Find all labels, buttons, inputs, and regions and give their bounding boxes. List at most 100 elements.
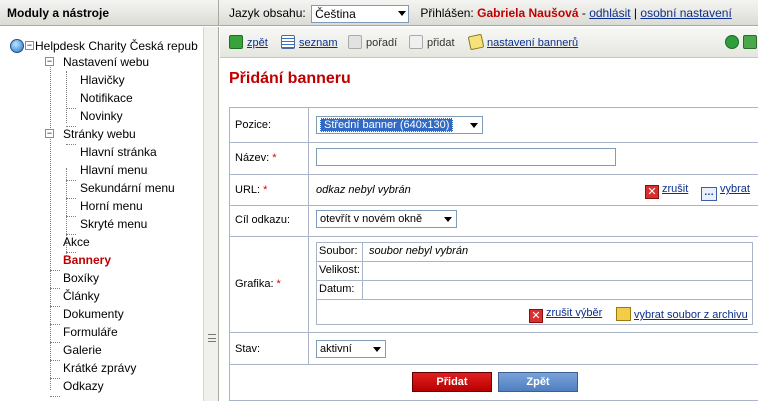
status-select[interactable]: aktivní bbox=[316, 340, 386, 358]
url-choose-button[interactable]: … vybrat bbox=[701, 183, 750, 201]
file-label: Soubor: bbox=[317, 243, 363, 261]
language-value: Čeština bbox=[315, 6, 356, 21]
language-select[interactable]: Čeština bbox=[311, 4, 410, 23]
sidebar-scrollbar[interactable] bbox=[203, 27, 218, 401]
name-row: Název: * bbox=[230, 143, 758, 175]
list-icon bbox=[281, 35, 295, 49]
chevron-down-icon bbox=[470, 123, 478, 128]
file-info-table: Soubor: soubor nebyl vybrán Velikost: Da… bbox=[316, 242, 753, 325]
folder-icon bbox=[616, 307, 631, 321]
banner-settings-button[interactable]: nastavení bannerů bbox=[467, 33, 578, 51]
target-label: Cíl odkazu: bbox=[230, 206, 309, 236]
toolbar: zpět seznam pořadí přidat nastavení bann… bbox=[220, 27, 758, 58]
navigate-button[interactable] bbox=[743, 35, 758, 49]
size-label: Velikost: bbox=[317, 262, 363, 280]
position-row: Pozice: Střední banner (640x130) bbox=[230, 108, 758, 143]
tree-item-documents[interactable]: Dokumenty bbox=[63, 307, 124, 321]
user-name: Gabriela Naušová bbox=[477, 6, 579, 20]
tree-item-main-page[interactable]: Hlavní stránka bbox=[80, 145, 157, 159]
target-row: Cíl odkazu: otevřít v novém okně bbox=[230, 206, 758, 237]
submit-button[interactable]: Přidat bbox=[412, 372, 492, 392]
logged-in-label: Přihlášen: bbox=[420, 6, 474, 20]
tree-item-main-menu[interactable]: Hlavní menu bbox=[80, 163, 147, 177]
pencil-icon bbox=[467, 33, 485, 51]
tree-item-gallery[interactable]: Galerie bbox=[63, 343, 102, 357]
tree-item-headers[interactable]: Hlavičky bbox=[80, 73, 125, 87]
graphics-row: Grafika: * Soubor: soubor nebyl vybrán Ve… bbox=[230, 237, 758, 333]
sidebar: − Helpdesk Charity Česká repub − Nastave… bbox=[0, 27, 219, 401]
browse-icon: … bbox=[701, 187, 717, 201]
url-cancel-button[interactable]: ✕ zrušit bbox=[645, 183, 688, 199]
required-mark: * bbox=[263, 184, 268, 196]
tree-item-links[interactable]: Odkazy bbox=[63, 379, 104, 393]
link-separator: | bbox=[633, 6, 638, 20]
target-value: otevřít v novém okně bbox=[320, 213, 423, 225]
top-bar: Moduly a nástroje Jazyk obsahu: Čeština … bbox=[0, 0, 758, 26]
file-row: Soubor: soubor nebyl vybrán bbox=[317, 243, 752, 262]
collapse-toggle[interactable]: − bbox=[45, 129, 54, 138]
tree-item-short-news[interactable]: Krátké zprávy bbox=[63, 361, 136, 375]
tree-item-hidden-menu[interactable]: Skryté menu bbox=[80, 217, 147, 231]
collapse-toggle[interactable]: − bbox=[45, 57, 54, 66]
module-tree: − Helpdesk Charity Česká repub − Nastave… bbox=[0, 27, 203, 401]
required-mark: * bbox=[276, 278, 281, 290]
position-select[interactable]: Střední banner (640x130) bbox=[316, 116, 483, 134]
refresh-button[interactable] bbox=[725, 35, 743, 49]
tree-root[interactable]: Helpdesk Charity Česká repub bbox=[35, 39, 198, 53]
tree-item-articles[interactable]: Články bbox=[63, 289, 100, 303]
status-label: Stav: bbox=[230, 333, 309, 364]
arrows-icon bbox=[743, 35, 757, 49]
choose-from-archive-button[interactable]: vybrat soubor z archivu bbox=[616, 307, 748, 321]
globe-icon bbox=[10, 39, 24, 53]
size-row: Velikost: bbox=[317, 262, 752, 281]
tree-item-web-pages[interactable]: Stránky webu bbox=[63, 127, 136, 141]
tree-item-notifications[interactable]: Notifikace bbox=[80, 91, 133, 105]
delete-icon: ✕ bbox=[529, 309, 543, 323]
tree-item-secondary-menu[interactable]: Sekundární menu bbox=[80, 181, 175, 195]
status-row: Stav: aktivní bbox=[230, 333, 758, 365]
chevron-down-icon bbox=[373, 347, 381, 352]
target-select[interactable]: otevřít v novém okně bbox=[316, 210, 457, 228]
date-row: Datum: bbox=[317, 281, 752, 300]
language-label: Jazyk obsahu: bbox=[229, 6, 306, 20]
chevron-down-icon bbox=[444, 217, 452, 222]
tree-item-boxes[interactable]: Boxíky bbox=[63, 271, 99, 285]
logout-link[interactable]: odhlásit bbox=[589, 6, 630, 20]
form-back-button[interactable]: Zpět bbox=[498, 372, 578, 392]
graphics-label: Grafika: * bbox=[230, 237, 309, 332]
scroll-grip-icon bbox=[208, 334, 216, 342]
date-label: Datum: bbox=[317, 281, 363, 299]
url-label: URL: * bbox=[230, 175, 309, 205]
list-button[interactable]: seznam bbox=[281, 35, 338, 49]
delete-icon: ✕ bbox=[645, 185, 659, 199]
back-button[interactable]: zpět bbox=[229, 35, 268, 49]
back-arrow-icon bbox=[229, 35, 243, 49]
url-row: URL: * odkaz nebyl vybrán ✕ zrušit … vybrat bbox=[230, 175, 758, 206]
page-title: Přidání banneru bbox=[229, 70, 351, 87]
plus-icon bbox=[409, 35, 423, 49]
dash-separator: - bbox=[581, 6, 586, 20]
collapse-toggle[interactable]: − bbox=[25, 41, 34, 50]
tree-item-site-settings[interactable]: Nastavení webu bbox=[63, 55, 149, 69]
file-value: soubor nebyl vybrán bbox=[369, 245, 469, 257]
order-button: pořadí bbox=[348, 35, 397, 49]
tree-item-events[interactable]: Akce bbox=[63, 235, 90, 249]
top-info: Jazyk obsahu: Čeština Přihlášen: Gabriel… bbox=[229, 0, 732, 26]
personal-settings-link[interactable]: osobní nastavení bbox=[640, 6, 731, 20]
tree-item-banners[interactable]: Bannery bbox=[63, 253, 111, 267]
position-value: Střední banner (640x130) bbox=[320, 118, 454, 132]
tree-item-top-menu[interactable]: Horní menu bbox=[80, 199, 143, 213]
status-value: aktivní bbox=[320, 343, 352, 355]
refresh-icon bbox=[725, 35, 739, 49]
chevron-down-icon bbox=[398, 10, 407, 16]
banner-form: Pozice: Střední banner (640x130) Název: *… bbox=[229, 107, 758, 401]
tree-item-forms[interactable]: Formuláře bbox=[63, 325, 118, 339]
required-mark: * bbox=[272, 152, 277, 164]
sidebar-title: Moduly a nástroje bbox=[0, 0, 219, 26]
name-input[interactable] bbox=[316, 148, 616, 166]
add-button: přidat bbox=[409, 35, 455, 49]
url-value: odkaz nebyl vybrán bbox=[316, 184, 411, 196]
tree-item-news[interactable]: Novinky bbox=[80, 109, 123, 123]
cancel-selection-button[interactable]: ✕ zrušit výběr bbox=[529, 307, 602, 323]
order-icon bbox=[348, 35, 362, 49]
